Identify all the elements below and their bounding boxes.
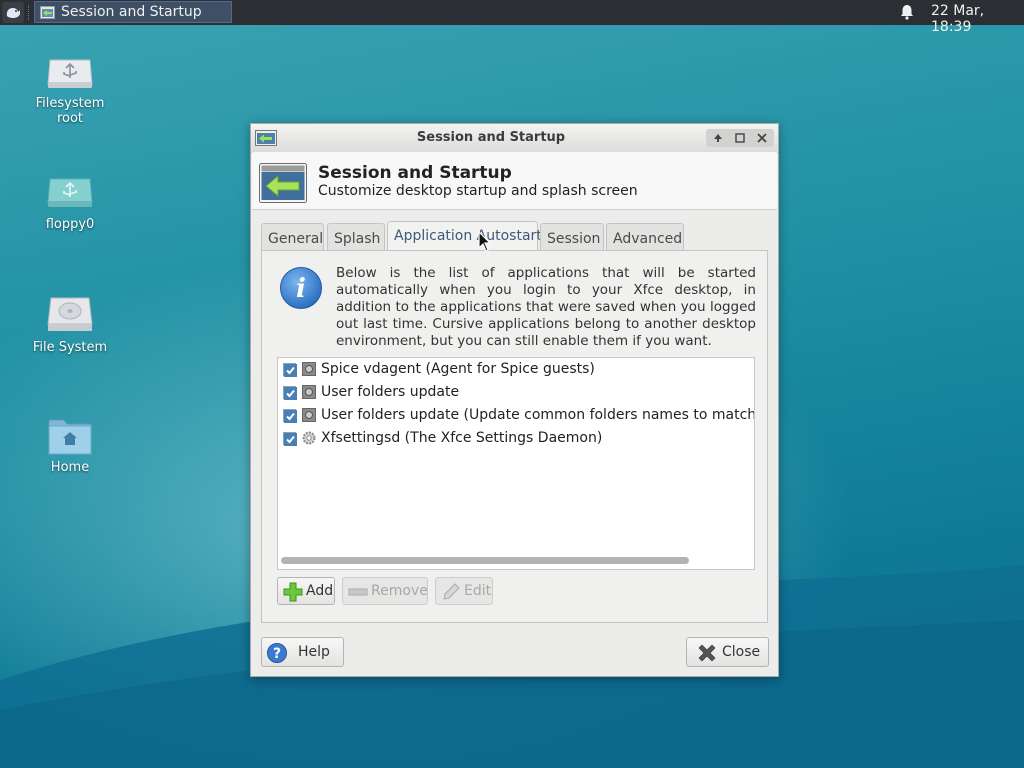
application-default-icon xyxy=(302,362,316,376)
help-button[interactable]: ? Help xyxy=(261,637,344,667)
xfce-mouse-icon xyxy=(2,2,24,23)
tab-session[interactable]: Session xyxy=(540,223,604,250)
shade-button[interactable] xyxy=(709,130,727,146)
enable-checkbox[interactable] xyxy=(283,409,297,423)
enable-checkbox[interactable] xyxy=(283,363,297,377)
remove-button-label: Remove xyxy=(371,583,428,599)
desktop-icon-label: floppy0 xyxy=(45,217,95,232)
list-item-label: Xfsettingsd (The Xfce Settings Daemon) xyxy=(321,430,603,446)
window-titlebar[interactable]: Session and Startup xyxy=(251,124,778,153)
usb-drive-icon xyxy=(47,178,93,207)
tab-advanced[interactable]: Advanced xyxy=(606,223,684,250)
horizontal-scrollbar[interactable] xyxy=(281,557,689,564)
svg-text:i: i xyxy=(296,274,306,304)
list-item[interactable]: Xfsettingsd (The Xfce Settings Daemon) xyxy=(278,427,754,450)
edit-button[interactable]: Edit xyxy=(435,577,493,605)
desktop-icon-label: Filesystem xyxy=(35,96,105,111)
desktop-icon-file-system[interactable]: File System xyxy=(25,294,115,355)
header-title: Session and Startup xyxy=(318,163,512,183)
autostart-tab-panel: i Below is the list of applications that… xyxy=(261,250,768,623)
close-window-button[interactable] xyxy=(753,130,771,146)
list-item[interactable]: User folders update xyxy=(278,381,754,404)
application-default-icon xyxy=(302,385,316,399)
checkmark-icon xyxy=(284,364,297,377)
window-controls xyxy=(706,129,774,147)
home-folder-icon xyxy=(48,419,92,455)
session-startup-large-icon xyxy=(259,163,307,203)
autostart-description: Below is the list of applications that w… xyxy=(336,265,756,349)
maximize-icon xyxy=(735,133,745,143)
desktop-icon-label: root xyxy=(56,111,84,126)
list-item[interactable]: Spice vdagent (Agent for Spice guests) xyxy=(278,358,754,381)
help-button-label: Help xyxy=(298,644,330,660)
edit-button-label: Edit xyxy=(464,583,492,599)
enable-checkbox[interactable] xyxy=(283,432,297,446)
taskbar-item-session-and-startup[interactable]: Session and Startup xyxy=(34,1,232,23)
gear-icon xyxy=(302,431,316,445)
close-icon xyxy=(698,644,716,662)
list-item[interactable]: User folders update (Update common folde… xyxy=(278,404,754,427)
dialog-header: Session and Startup Customize desktop st… xyxy=(252,152,777,210)
enable-checkbox[interactable] xyxy=(283,386,297,400)
list-item-label: User folders update (Update common folde… xyxy=(321,407,755,423)
checkmark-icon xyxy=(284,387,297,400)
svg-text:?: ? xyxy=(273,646,281,662)
desktop-icon-label: Home xyxy=(50,460,90,475)
plus-icon xyxy=(283,582,303,602)
hard-drive-icon xyxy=(47,297,93,331)
desktop-icon-label: File System xyxy=(32,340,108,355)
top-panel: Session and Startup 22 Mar, 18:39 xyxy=(0,0,1024,35)
mouse-pointer-icon xyxy=(478,231,492,252)
arrow-up-icon xyxy=(714,134,722,142)
header-subtitle: Customize desktop startup and splash scr… xyxy=(318,183,638,199)
autostart-application-list[interactable]: Spice vdagent (Agent for Spice guests) U… xyxy=(277,357,755,570)
remove-button[interactable]: Remove xyxy=(342,577,428,605)
usb-drive-icon xyxy=(47,59,93,88)
application-default-icon xyxy=(302,408,316,422)
minus-icon xyxy=(348,588,368,596)
close-icon xyxy=(757,133,767,143)
list-item-label: User folders update xyxy=(321,384,460,400)
help-icon: ? xyxy=(267,643,287,663)
close-button[interactable]: Close xyxy=(686,637,769,667)
desktop-icon-floppy0[interactable]: floppy0 xyxy=(25,173,115,232)
desktop-icon-home[interactable]: Home xyxy=(25,414,115,475)
session-startup-window: Session and Startup Session and Startup … xyxy=(250,123,779,677)
list-item-label: Spice vdagent (Agent for Spice guests) xyxy=(321,361,595,377)
checkmark-icon xyxy=(284,433,297,446)
info-icon: i xyxy=(280,267,322,309)
applications-menu-button[interactable] xyxy=(2,2,24,23)
tab-general[interactable]: General xyxy=(261,223,324,250)
notification-bell-icon[interactable] xyxy=(899,4,915,20)
panel-separator xyxy=(28,5,31,20)
checkmark-icon xyxy=(284,410,297,423)
taskbar-item-label: Session and Startup xyxy=(61,4,202,20)
window-title: Session and Startup xyxy=(416,130,566,145)
close-button-label: Close xyxy=(722,644,761,660)
pencil-icon xyxy=(443,583,460,600)
desktop-icon-filesystem-root[interactable]: Filesystem root xyxy=(25,52,115,126)
tab-application-autostart[interactable]: Application Autostart xyxy=(387,221,542,251)
session-startup-icon xyxy=(40,6,55,19)
add-button-label: Add xyxy=(306,583,334,599)
add-button[interactable]: Add xyxy=(277,577,335,605)
maximize-button[interactable] xyxy=(731,130,749,146)
tab-splash[interactable]: Splash xyxy=(327,223,385,250)
panel-clock[interactable]: 22 Mar, 18:39 xyxy=(931,3,1024,35)
